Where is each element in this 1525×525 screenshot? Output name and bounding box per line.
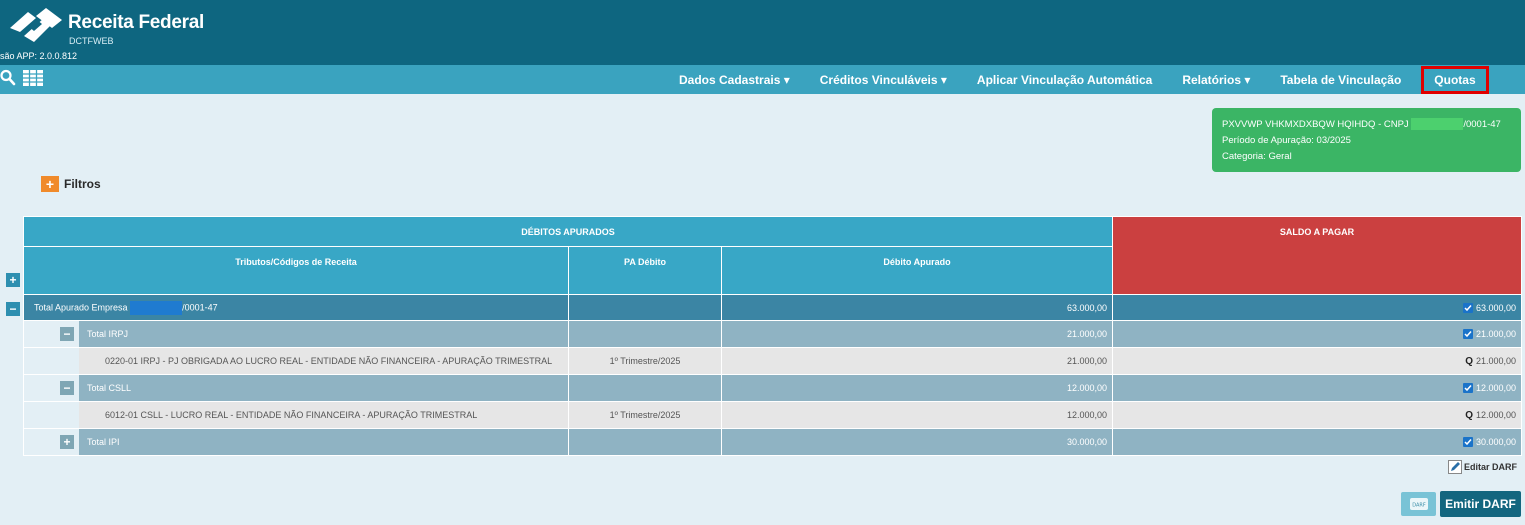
pencil-icon [1448,460,1462,474]
caret-down-icon: ▾ [937,72,947,87]
caret-down-icon: ▾ [1241,72,1251,87]
item-debito: 21.000,00 [720,347,1114,375]
darf-document-icon: DARF [1409,498,1428,510]
col-debito-apurado: Débito Apurado [720,246,1114,295]
item-label: 0220-01 IRPJ - PJ OBRIGADA AO LUCRO REAL… [105,356,553,366]
table-row-group: − Total IRPJ 21.000,00 21.000,00 [23,320,1523,348]
nav-relatorios[interactable]: Relatórios ▾ [1167,73,1265,87]
table-row-group: + Total IPI 30.000,00 30.000,00 [23,428,1523,456]
nav-creditos-vinculaveis[interactable]: Créditos Vinculáveis ▾ [805,73,962,87]
table-row-group: − Total CSLL 12.000,00 12.000,00 [23,374,1523,402]
darf-preview-button[interactable]: DARF [1401,492,1436,516]
categoria: Categoria: Geral [1222,151,1292,162]
minus-icon: − [9,302,17,316]
periodo-apuracao: Período de Apuração: 03/2025 [1222,135,1351,146]
group-label: Total IPI [87,437,120,447]
collapse-total-button[interactable]: − [6,302,20,316]
group-debito: 30.000,00 [720,428,1114,456]
app-header: Receita Federal DCTFWEB são APP: 2.0.0.8… [0,0,1525,65]
checkbox-checked-icon[interactable] [1462,329,1473,339]
magnifier-icon[interactable]: Q [1465,356,1473,367]
total-debito: 63.000,00 [720,294,1114,321]
header-debitos-apurados: DÉBITOS APURADOS [22,216,1114,247]
table-row-item: 6012-01 CSLL - LUCRO REAL - ENTIDADE NÃO… [23,401,1523,429]
collapse-irpj-button[interactable]: − [60,327,74,341]
nav-quotas[interactable]: Quotas [1421,65,1489,94]
checkbox-checked-icon[interactable] [1462,302,1473,313]
brand-title: Receita Federal [68,12,204,33]
cnpj-redaction [130,300,183,315]
app-version: são APP: 2.0.0.812 [0,51,78,61]
group-debito: 21.000,00 [720,320,1114,348]
item-pa: 1º Trimestre/2025 [568,401,722,429]
receita-federal-logo [10,8,62,42]
group-label: Total CSLL [87,383,132,393]
debitos-table: DÉBITOS APURADOS SALDO A PAGAR Tributos/… [22,216,1523,456]
item-debito: 12.000,00 [720,401,1114,429]
total-label: Total Apurado Empresa /0001-47 [23,294,569,321]
nav-aplicar-vinculacao[interactable]: Aplicar Vinculação Automática [962,73,1167,87]
editar-darf-link[interactable]: Editar DARF [1448,460,1517,474]
search-icon[interactable] [0,69,16,87]
nav-tools [0,69,44,87]
checkbox-checked-icon[interactable] [1462,437,1473,447]
item-pa: 1º Trimestre/2025 [568,347,722,375]
main-navbar: Dados Cadastrais ▾ Créditos Vinculáveis … [0,65,1525,94]
contribuinte-line: PXVVWP VHKMXDXBQW HQIHDQ - CNPJ /0001-47 [1222,118,1501,131]
expand-all-button[interactable]: + [6,273,20,287]
magnifier-icon[interactable]: Q [1465,410,1473,421]
filtros-toggle[interactable]: + Filtros [41,176,101,192]
svg-text:DARF: DARF [1412,503,1426,509]
col-tributos: Tributos/Códigos de Receita [23,246,569,295]
expand-ipi-button[interactable]: + [60,435,74,449]
table-row-total: Total Apurado Empresa /0001-47 63.000,00… [23,294,1523,321]
brand-subtitle: DCTFWEB [69,36,114,46]
minus-icon: − [63,381,71,395]
nav-menu: Dados Cadastrais ▾ Créditos Vinculáveis … [664,65,1489,94]
collapse-csll-button[interactable]: − [60,381,74,395]
table-icon[interactable] [22,69,44,87]
plus-icon: + [63,435,71,449]
caret-down-icon: ▾ [780,72,790,87]
contribuinte-info-card: PXVVWP VHKMXDXBQW HQIHDQ - CNPJ /0001-47… [1212,108,1521,172]
plus-icon: + [9,273,17,287]
item-label: 6012-01 CSLL - LUCRO REAL - ENTIDADE NÃO… [105,410,478,420]
cnpj-redaction [1411,118,1464,131]
header-saldo-a-pagar: SALDO A PAGAR [1112,216,1523,295]
table-row-item: 0220-01 IRPJ - PJ OBRIGADA AO LUCRO REAL… [23,347,1523,375]
total-pa [568,294,722,321]
total-saldo: 63.000,00 [1112,294,1523,321]
emitir-darf-button[interactable]: Emitir DARF [1440,491,1521,517]
plus-icon: + [41,176,59,192]
group-debito: 12.000,00 [720,374,1114,402]
col-pa-debito: PA Débito [568,246,722,295]
nav-dados-cadastrais[interactable]: Dados Cadastrais ▾ [664,73,805,87]
minus-icon: − [63,327,71,341]
nav-tabela-vinculacao[interactable]: Tabela de Vinculação [1265,73,1416,87]
checkbox-checked-icon[interactable] [1462,383,1473,393]
group-label: Total IRPJ [87,329,129,339]
